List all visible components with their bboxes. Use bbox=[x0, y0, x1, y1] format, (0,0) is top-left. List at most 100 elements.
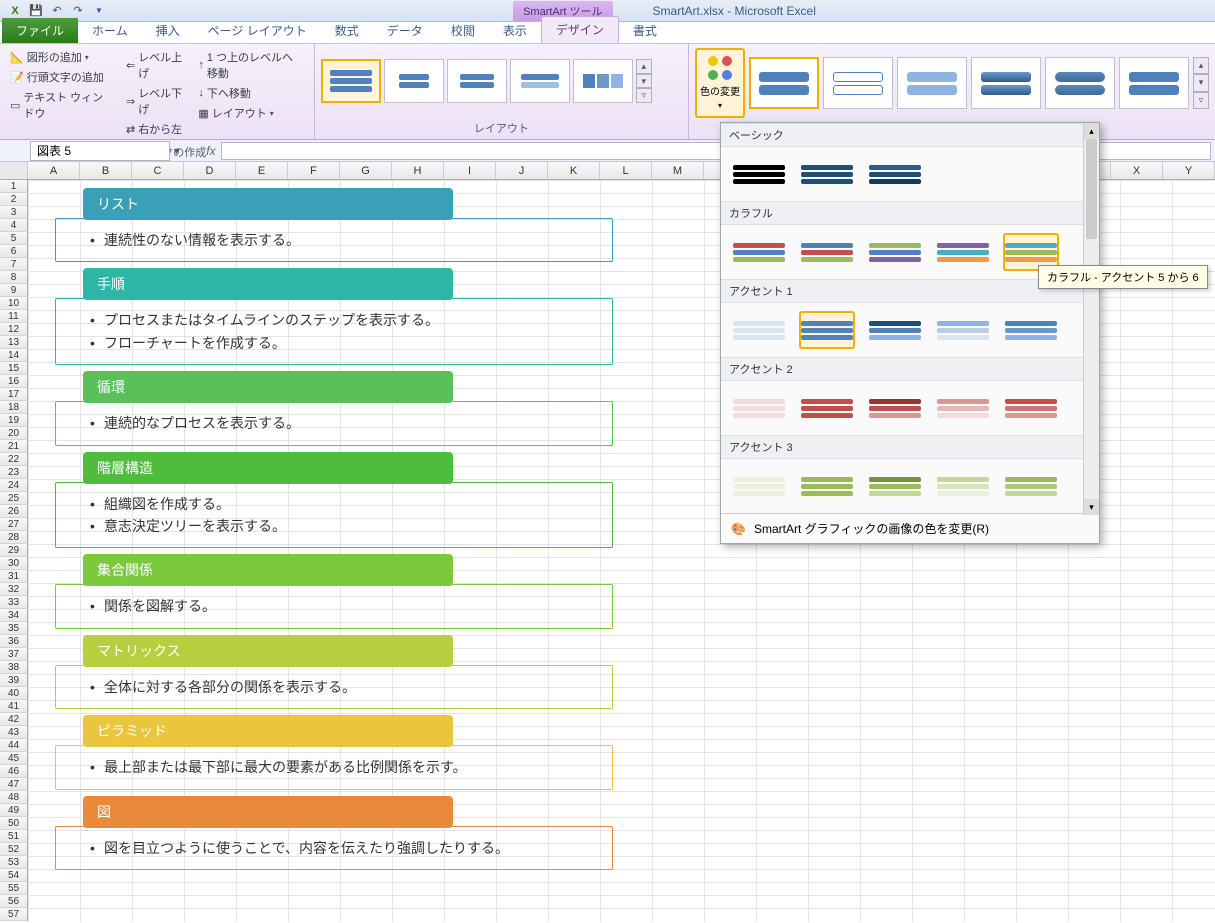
style-item[interactable] bbox=[823, 57, 893, 109]
row-header[interactable]: 48 bbox=[0, 791, 28, 804]
col-header[interactable]: G bbox=[340, 162, 392, 179]
row-header[interactable]: 15 bbox=[0, 362, 28, 375]
smartart-block[interactable]: ピラミッド最上部または最下部に最大の要素がある比例関係を示す。 bbox=[55, 715, 613, 789]
col-header[interactable]: L bbox=[600, 162, 652, 179]
row-header[interactable]: 17 bbox=[0, 388, 28, 401]
row-header[interactable]: 40 bbox=[0, 687, 28, 700]
style-item[interactable] bbox=[1045, 57, 1115, 109]
scroll-down-icon[interactable]: ▾ bbox=[1084, 499, 1099, 515]
style-item[interactable] bbox=[897, 57, 967, 109]
row-header[interactable]: 47 bbox=[0, 778, 28, 791]
change-color-button[interactable]: 色の変更 ▾ bbox=[695, 48, 745, 118]
row-header[interactable]: 25 bbox=[0, 492, 28, 505]
smartart-block[interactable]: 手順プロセスまたはタイムラインのステップを表示する。フローチャートを作成する。 bbox=[55, 268, 613, 365]
row-header[interactable]: 21 bbox=[0, 440, 28, 453]
col-header[interactable]: K bbox=[548, 162, 600, 179]
row-header[interactable]: 39 bbox=[0, 674, 28, 687]
smartart-block[interactable]: 循環連続的なプロセスを表示する。 bbox=[55, 371, 613, 445]
row-header[interactable]: 27 bbox=[0, 518, 28, 531]
row-header[interactable]: 24 bbox=[0, 479, 28, 492]
move-down-button[interactable]: ↓ 下へ移動 bbox=[194, 84, 307, 102]
undo-icon[interactable]: ↶ bbox=[48, 2, 66, 20]
tab-review[interactable]: 校閲 bbox=[437, 18, 489, 43]
name-box[interactable] bbox=[30, 141, 170, 161]
color-swatch[interactable] bbox=[731, 233, 787, 271]
row-header[interactable]: 31 bbox=[0, 570, 28, 583]
color-panel-footer[interactable]: 🎨 SmartArt グラフィックの画像の色を変更(R) bbox=[721, 513, 1099, 543]
scroll-up-icon[interactable]: ▴ bbox=[1084, 123, 1099, 139]
color-swatch[interactable] bbox=[935, 467, 991, 505]
style-gallery-nav[interactable]: ▴▾▿ bbox=[1193, 57, 1209, 109]
row-header[interactable]: 45 bbox=[0, 752, 28, 765]
row-header[interactable]: 29 bbox=[0, 544, 28, 557]
smartart-graphic[interactable]: リスト連続性のない情報を表示する。手順プロセスまたはタイムラインのステップを表示… bbox=[55, 188, 613, 876]
row-header[interactable]: 1 bbox=[0, 180, 28, 193]
color-swatch[interactable] bbox=[935, 311, 991, 349]
color-swatch[interactable] bbox=[935, 233, 991, 271]
layout-gallery-nav[interactable]: ▴▾▿ bbox=[636, 59, 652, 103]
color-swatch[interactable] bbox=[867, 155, 923, 193]
row-header[interactable]: 55 bbox=[0, 882, 28, 895]
col-header[interactable]: H bbox=[392, 162, 444, 179]
row-header[interactable]: 2 bbox=[0, 193, 28, 206]
row-header[interactable]: 57 bbox=[0, 908, 28, 921]
tab-formulas[interactable]: 数式 bbox=[321, 18, 373, 43]
col-header[interactable]: M bbox=[652, 162, 704, 179]
row-header[interactable]: 18 bbox=[0, 401, 28, 414]
color-swatch[interactable] bbox=[867, 233, 923, 271]
row-header[interactable]: 7 bbox=[0, 258, 28, 271]
smartart-block[interactable]: リスト連続性のない情報を表示する。 bbox=[55, 188, 613, 262]
color-swatch[interactable] bbox=[731, 389, 787, 427]
text-window-button[interactable]: ▭ テキスト ウィンドウ bbox=[6, 88, 118, 122]
col-header[interactable]: X bbox=[1111, 162, 1163, 179]
col-header[interactable]: C bbox=[132, 162, 184, 179]
col-header[interactable]: F bbox=[288, 162, 340, 179]
color-swatch[interactable] bbox=[731, 311, 787, 349]
smartart-block[interactable]: 階層構造組織図を作成する。意志決定ツリーを表示する。 bbox=[55, 452, 613, 549]
row-header[interactable]: 9 bbox=[0, 284, 28, 297]
tab-format[interactable]: 書式 bbox=[619, 18, 671, 43]
tab-design[interactable]: デザイン bbox=[541, 16, 619, 43]
row-header[interactable]: 43 bbox=[0, 726, 28, 739]
layout-item[interactable] bbox=[447, 59, 507, 103]
row-header[interactable]: 4 bbox=[0, 219, 28, 232]
tab-file[interactable]: ファイル bbox=[2, 18, 78, 43]
row-header[interactable]: 52 bbox=[0, 843, 28, 856]
row-header[interactable]: 44 bbox=[0, 739, 28, 752]
col-header[interactable]: J bbox=[496, 162, 548, 179]
color-swatch[interactable] bbox=[1003, 389, 1059, 427]
move-up-level-button[interactable]: ↑ 1 つ上のレベルへ移動 bbox=[194, 48, 307, 82]
color-swatch[interactable] bbox=[731, 155, 787, 193]
row-header[interactable]: 53 bbox=[0, 856, 28, 869]
style-item[interactable] bbox=[971, 57, 1041, 109]
row-header[interactable]: 54 bbox=[0, 869, 28, 882]
row-header[interactable]: 16 bbox=[0, 375, 28, 388]
layout-item[interactable] bbox=[573, 59, 633, 103]
col-header[interactable]: A bbox=[28, 162, 80, 179]
color-swatch[interactable] bbox=[799, 233, 855, 271]
row-header[interactable]: 56 bbox=[0, 895, 28, 908]
row-header[interactable]: 28 bbox=[0, 531, 28, 544]
smartart-block[interactable]: 集合関係関係を図解する。 bbox=[55, 554, 613, 628]
tab-home[interactable]: ホーム bbox=[78, 18, 142, 43]
row-header[interactable]: 49 bbox=[0, 804, 28, 817]
namebox-dropdown-icon[interactable]: ▼ bbox=[172, 146, 181, 156]
col-header[interactable]: E bbox=[236, 162, 288, 179]
row-header[interactable]: 51 bbox=[0, 830, 28, 843]
row-header[interactable]: 13 bbox=[0, 336, 28, 349]
fx-icon[interactable]: fx bbox=[201, 144, 221, 158]
row-header[interactable]: 35 bbox=[0, 622, 28, 635]
color-swatch[interactable] bbox=[799, 155, 855, 193]
row-header[interactable]: 22 bbox=[0, 453, 28, 466]
row-header[interactable]: 8 bbox=[0, 271, 28, 284]
color-swatch[interactable] bbox=[799, 311, 855, 349]
row-header[interactable]: 23 bbox=[0, 466, 28, 479]
redo-icon[interactable]: ↷ bbox=[69, 2, 87, 20]
row-header[interactable]: 11 bbox=[0, 310, 28, 323]
col-header[interactable]: Y bbox=[1163, 162, 1215, 179]
color-swatch[interactable] bbox=[867, 389, 923, 427]
color-swatch[interactable] bbox=[1003, 311, 1059, 349]
color-swatch[interactable] bbox=[867, 467, 923, 505]
layout-item[interactable] bbox=[321, 59, 381, 103]
col-header[interactable]: I bbox=[444, 162, 496, 179]
